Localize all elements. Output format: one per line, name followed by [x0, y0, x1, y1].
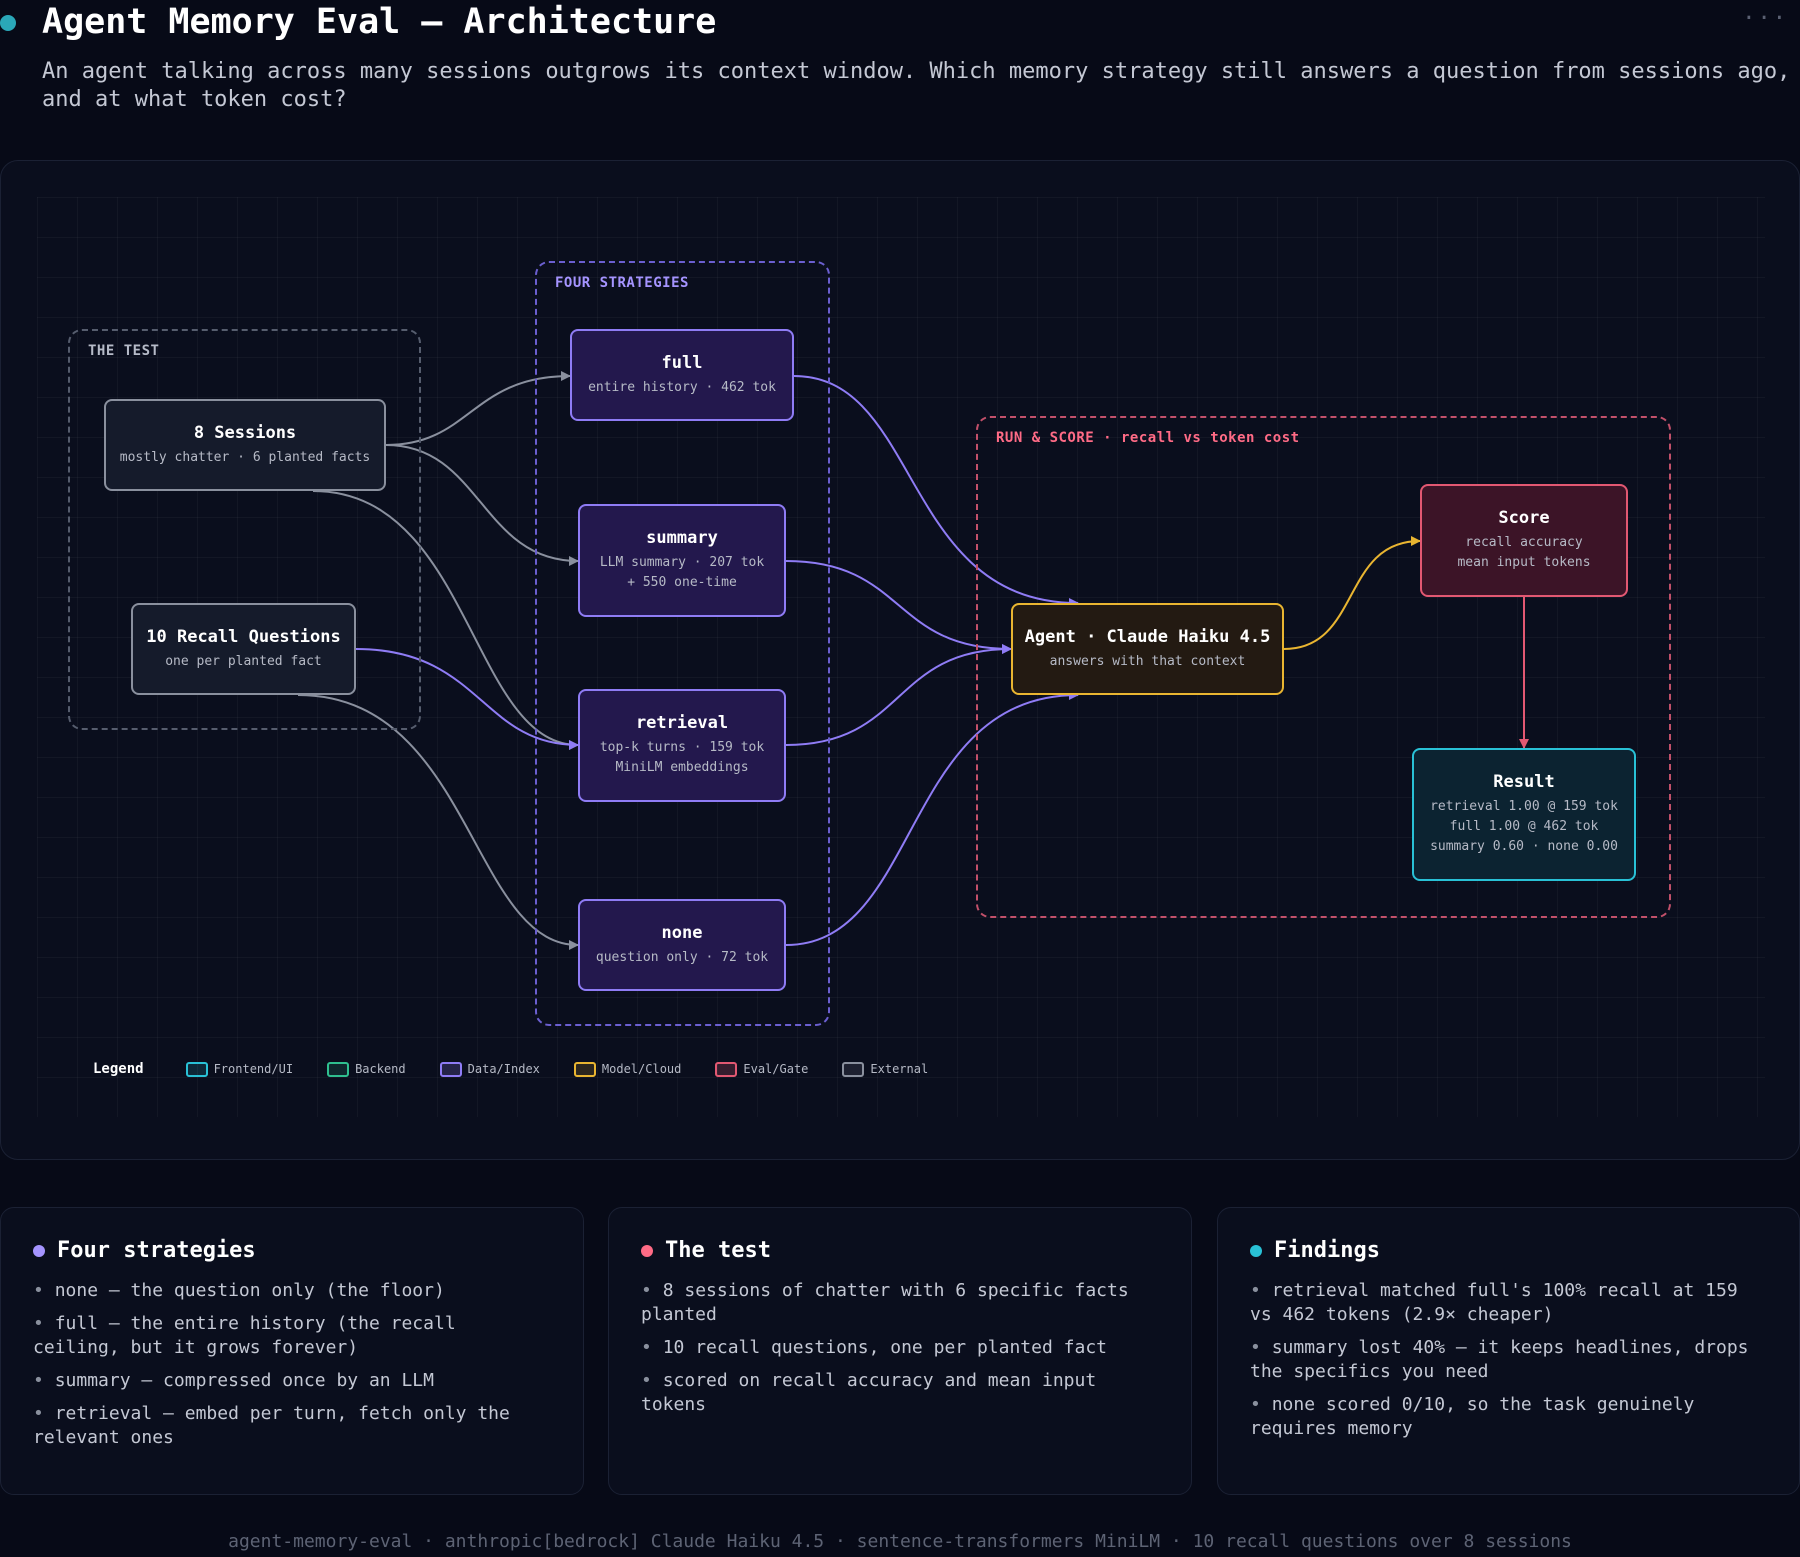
- node-strategy-none[interactable]: none question only · 72 tok: [578, 899, 786, 991]
- node-subtitle: mostly chatter · 6 planted facts: [119, 449, 371, 465]
- footer: agent-memory-eval · anthropic[bedrock] C…: [228, 1531, 1572, 1552]
- card-list: retrieval matched full's 100% recall at …: [1250, 1279, 1769, 1441]
- card-title: Findings: [1274, 1238, 1380, 1263]
- card-dot: [33, 1244, 45, 1257]
- legend-item-data-index: Data/Index: [439, 1061, 540, 1077]
- header-status-dot: [0, 15, 16, 31]
- list-item: 10 recall questions, one per planted fac…: [641, 1336, 1161, 1360]
- page-title: Agent Memory Eval — Architecture: [42, 2, 717, 42]
- legend-label: External: [870, 1062, 929, 1076]
- legend-label: Model/Cloud: [601, 1062, 682, 1076]
- group-label-run: RUN & SCORE · recall vs token cost: [996, 430, 1300, 446]
- node-subtitle: full 1.00 @ 462 tok: [1449, 819, 1599, 834]
- card-dot: [1250, 1244, 1262, 1257]
- list-item: scored on recall accuracy and mean input…: [641, 1369, 1161, 1417]
- node-subtitle: answers with that context: [1049, 653, 1246, 669]
- legend-label: Data/Index: [467, 1062, 540, 1076]
- card-list: 8 sessions of chatter with 6 specific fa…: [641, 1279, 1161, 1417]
- node-title: Score: [1498, 508, 1550, 528]
- legend-swatch: [842, 1061, 865, 1077]
- node-title: Agent · Claude Haiku 4.5: [1024, 626, 1271, 647]
- list-item: summary — compressed once by an LLM: [33, 1369, 553, 1393]
- node-subtitle: recall accuracy: [1465, 535, 1583, 550]
- legend-label: Frontend/UI: [213, 1062, 294, 1076]
- legend-swatch: [185, 1061, 208, 1077]
- ellipsis-icon[interactable]: ···: [1742, 6, 1788, 31]
- node-agent[interactable]: Agent · Claude Haiku 4.5 answers with th…: [1011, 603, 1284, 695]
- node-subtitle: LLM summary · 207 tok: [599, 555, 765, 570]
- card-the-test: The test 8 sessions of chatter with 6 sp…: [608, 1207, 1192, 1495]
- node-title: Result: [1493, 772, 1555, 792]
- list-item: summary lost 40% — it keeps headlines, d…: [1250, 1336, 1769, 1384]
- node-strategy-retrieval[interactable]: retrieval top-k turns · 159 tok MiniLM e…: [578, 689, 786, 802]
- group-label-test: THE TEST: [88, 343, 160, 359]
- node-subtitle: + 550 one-time: [627, 575, 737, 590]
- legend-swatch: [573, 1061, 596, 1077]
- card-title: The test: [665, 1238, 771, 1263]
- node-subtitle: top-k turns · 159 tok: [599, 740, 765, 755]
- node-title: 8 Sessions: [193, 422, 297, 443]
- node-subtitle: mean input tokens: [1457, 555, 1591, 570]
- page-subtitle: An agent talking across many sessions ou…: [42, 59, 1791, 112]
- card-findings: Findings retrieval matched full's 100% r…: [1217, 1207, 1800, 1495]
- node-subtitle: summary 0.60 · none 0.00: [1430, 839, 1618, 854]
- legend: Legend Frontend/UI Backend Data/Index Mo…: [93, 1059, 962, 1079]
- legend-title: Legend: [93, 1061, 144, 1077]
- card-dot: [641, 1244, 653, 1257]
- node-subtitle: one per planted fact: [165, 653, 322, 669]
- node-subtitle: entire history · 462 tok: [588, 379, 776, 395]
- legend-swatch: [439, 1061, 462, 1077]
- legend-item-backend: Backend: [327, 1061, 406, 1077]
- list-item: full — the entire history (the recall ce…: [33, 1312, 553, 1360]
- legend-item-model-cloud: Model/Cloud: [573, 1061, 682, 1077]
- node-title: none: [661, 922, 703, 943]
- legend-item-frontend: Frontend/UI: [185, 1061, 294, 1077]
- architecture-diagram: THE TEST FOUR STRATEGIES RUN & SCORE · r…: [0, 160, 1800, 1160]
- legend-item-external: External: [842, 1061, 929, 1077]
- node-strategy-full[interactable]: full entire history · 462 tok: [570, 329, 794, 421]
- list-item: none — the question only (the floor): [33, 1279, 553, 1303]
- node-title: full: [661, 352, 703, 373]
- node-recall-questions[interactable]: 10 Recall Questions one per planted fact: [131, 603, 356, 695]
- list-item: 8 sessions of chatter with 6 specific fa…: [641, 1279, 1161, 1327]
- node-score[interactable]: Score recall accuracy mean input tokens: [1420, 484, 1628, 597]
- node-subtitle: MiniLM embeddings: [615, 760, 749, 775]
- list-item: retrieval matched full's 100% recall at …: [1250, 1279, 1769, 1327]
- legend-label: Eval/Gate: [743, 1062, 809, 1076]
- node-subtitle: retrieval 1.00 @ 159 tok: [1430, 799, 1618, 814]
- list-item: retrieval — embed per turn, fetch only t…: [33, 1402, 553, 1450]
- list-item: none scored 0/10, so the task genuinely …: [1250, 1393, 1769, 1441]
- node-subtitle: question only · 72 tok: [595, 949, 769, 965]
- card-four-strategies: Four strategies none — the question only…: [0, 1207, 584, 1495]
- node-title: retrieval: [635, 713, 729, 733]
- legend-swatch: [327, 1061, 350, 1077]
- node-title: 10 Recall Questions: [146, 626, 341, 647]
- legend-label: Backend: [355, 1062, 406, 1076]
- node-title: summary: [646, 528, 718, 548]
- node-strategy-summary[interactable]: summary LLM summary · 207 tok + 550 one-…: [578, 504, 786, 617]
- node-result[interactable]: Result retrieval 1.00 @ 159 tok full 1.0…: [1412, 748, 1636, 881]
- card-list: none — the question only (the floor) ful…: [33, 1279, 553, 1450]
- group-label-strategies: FOUR STRATEGIES: [555, 275, 689, 291]
- card-title: Four strategies: [57, 1238, 256, 1263]
- node-sessions[interactable]: 8 Sessions mostly chatter · 6 planted fa…: [104, 399, 386, 491]
- legend-swatch: [715, 1061, 738, 1077]
- legend-item-eval-gate: Eval/Gate: [715, 1061, 809, 1077]
